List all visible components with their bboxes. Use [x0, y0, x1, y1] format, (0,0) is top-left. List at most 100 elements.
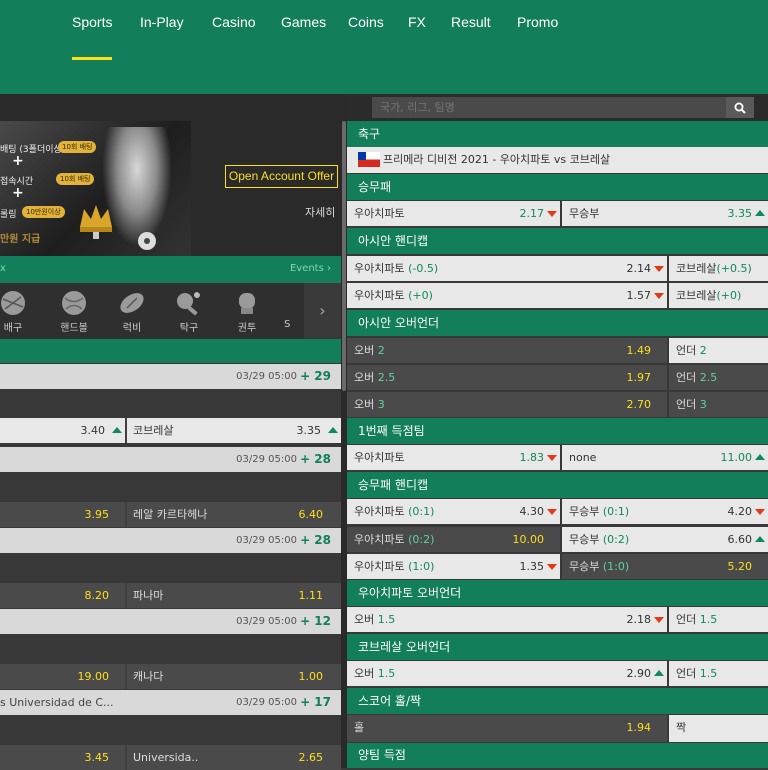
more-markets[interactable]: + 17	[300, 695, 331, 709]
selection-name: 무승부	[569, 207, 600, 220]
tab-fx[interactable]: FX	[408, 0, 426, 62]
odd-score-odd[interactable]: 홀 1.94	[347, 715, 667, 742]
tab-result[interactable]: Result	[451, 0, 491, 62]
more-markets[interactable]: + 12	[300, 614, 331, 628]
sport-item-rugby[interactable]: 럭비	[106, 283, 158, 339]
odd-hcp-home[interactable]: 우아치파토 (1:0) 1.35	[347, 554, 560, 579]
odd-aou-under[interactable]: 언더 2	[669, 338, 768, 363]
more-markets[interactable]: + 28	[300, 533, 331, 547]
odd-home[interactable]: 8.20	[0, 583, 125, 608]
sport-item-volleyball[interactable]: 배구	[0, 283, 39, 339]
handicap-line: (+0)	[408, 289, 433, 302]
odd-away-over[interactable]: 오버 1.5 2.90	[347, 661, 667, 686]
odd-aou-over[interactable]: 오버 3 2.70	[347, 392, 667, 417]
total-line: 3	[699, 398, 707, 411]
odd-value: 2.90	[626, 667, 652, 680]
sport-item-handball[interactable]: 핸드볼	[48, 283, 100, 339]
more-markets[interactable]: + 29	[300, 369, 331, 383]
odd-aou-under[interactable]: 언더 2.5	[669, 365, 768, 390]
odd-away[interactable]: 캐나다 1.00	[127, 664, 341, 689]
tab-games[interactable]: Games	[281, 0, 326, 62]
odd-hcp-draw[interactable]: 무승부 (1:0) 5.20	[562, 554, 768, 579]
search-input[interactable]	[372, 97, 726, 118]
odd-away[interactable]: 코브레살 3.35	[127, 418, 341, 443]
odd-aou-under[interactable]: 언더 3	[669, 392, 768, 417]
odd-away[interactable]: 파나마 1.11	[127, 583, 341, 608]
odd-score-even[interactable]: 짝	[669, 715, 768, 742]
odd-value: 8.20	[84, 589, 110, 602]
handicap-line: (0:2)	[602, 533, 630, 546]
open-account-offer-button[interactable]: Open Account Offer	[225, 165, 338, 188]
odd-wdl-home[interactable]: 우아치파토 2.17	[347, 201, 560, 226]
scrollbar[interactable]	[342, 121, 346, 391]
ball-icon	[138, 232, 156, 250]
match-header[interactable]: 03/29 05:00 + 12	[0, 609, 341, 634]
events-link[interactable]: Events ›	[290, 263, 331, 274]
team-name: Universida..	[133, 751, 199, 764]
banner-pill-1: 10회 배팅	[58, 141, 97, 153]
search-button[interactable]	[726, 97, 754, 118]
market-title-away-ou: 코브레살 오버언더	[347, 634, 768, 660]
sports-next-button[interactable]: ›	[304, 283, 341, 339]
odd-away-under[interactable]: 언더 1.5	[669, 661, 768, 686]
selection-name: 짝	[676, 721, 687, 734]
odd-aou-over[interactable]: 오버 2.5 1.97	[347, 365, 667, 390]
market-title-odd-even: 스코어 홀/짝	[347, 688, 768, 714]
events-strip: x Events ›	[0, 256, 341, 283]
odd-home[interactable]: 3.95	[0, 502, 125, 527]
odd-hcp-home[interactable]: 우아치파토 (0:1) 4.30	[347, 499, 560, 524]
odd-value: 1.94	[626, 721, 652, 734]
tab-sports[interactable]: Sports	[72, 0, 113, 62]
arrow-down-icon	[654, 266, 664, 272]
odd-value: 1.97	[626, 371, 652, 384]
odd-home[interactable]: 19.00	[0, 664, 125, 689]
odd-ah-away[interactable]: 코브레살(+0)	[669, 283, 768, 308]
selection-name: 우아치파토	[354, 207, 405, 220]
odds-row: 3.95 레알 카르타헤나 6.40	[0, 502, 341, 527]
selection-name: 무승부	[569, 505, 600, 518]
odd-ah-home[interactable]: 우아치파토 (+0) 1.57	[347, 283, 667, 308]
handicap-line: (-0.5)	[408, 262, 439, 275]
sport-item-more[interactable]: S	[258, 283, 298, 339]
detail-link[interactable]: 자세히	[305, 204, 335, 220]
sport-item-table-tennis[interactable]: 탁구	[163, 283, 215, 339]
odd-value: 3.95	[84, 508, 110, 521]
odd-home-over[interactable]: 오버 1.5 2.18	[347, 607, 667, 632]
odd-value: 3.35	[727, 207, 753, 220]
odd-value: 4.30	[519, 505, 545, 518]
odd-first-goal-none[interactable]: none 11.00	[562, 445, 768, 470]
odd-hcp-draw[interactable]: 무승부 (0:2) 6.60	[562, 527, 768, 552]
market-title-aou: 아시안 오버언더	[347, 310, 768, 336]
odd-hcp-draw[interactable]: 무승부 (0:1) 4.20	[562, 499, 768, 524]
odd-ah-away[interactable]: 코브레살(+0.5)	[669, 256, 768, 281]
selection-name: 우아치파토	[354, 451, 405, 464]
tab-promo[interactable]: Promo	[517, 0, 558, 62]
sport-label: S	[284, 319, 291, 330]
odd-aou-over[interactable]: 오버 2 1.49	[347, 338, 667, 363]
table-tennis-icon	[177, 292, 200, 316]
arrow-up-icon	[654, 670, 664, 676]
tab-casino[interactable]: Casino	[212, 0, 256, 62]
odd-home[interactable]: 3.40	[0, 418, 125, 443]
odd-value: 2.14	[626, 262, 652, 275]
tab-in-play[interactable]: In-Play	[140, 0, 184, 62]
odd-first-goal-home[interactable]: 우아치파토 1.83	[347, 445, 560, 470]
match-header[interactable]: 03/29 05:00 + 28	[0, 447, 341, 472]
selection-name: 오버	[354, 667, 375, 680]
match-header[interactable]: 03/29 05:00 + 28	[0, 528, 341, 553]
match-date: 03/29 05:00	[236, 616, 297, 627]
total-line: 1.5	[699, 667, 718, 680]
odd-wdl-draw[interactable]: 무승부 3.35	[562, 201, 768, 226]
tab-coins[interactable]: Coins	[348, 0, 384, 62]
match-header[interactable]: s Universidad de C... 03/29 05:00 + 17	[0, 690, 341, 715]
more-markets[interactable]: + 28	[300, 452, 331, 466]
arrow-down-icon	[547, 455, 557, 461]
odd-hcp-home[interactable]: 우아치파토 (0:2) 10.00	[347, 527, 560, 552]
odd-ah-home[interactable]: 우아치파토 (-0.5) 2.14	[347, 256, 667, 281]
odd-home-under[interactable]: 언더 1.5	[669, 607, 768, 632]
match-header[interactable]: 03/29 05:00 + 29	[0, 364, 341, 389]
odd-away[interactable]: Universida.. 2.65	[127, 745, 341, 770]
odd-away[interactable]: 레알 카르타헤나 6.40	[127, 502, 341, 527]
odd-home[interactable]: 3.45	[0, 745, 125, 770]
events-strip-left[interactable]: x	[0, 263, 6, 274]
